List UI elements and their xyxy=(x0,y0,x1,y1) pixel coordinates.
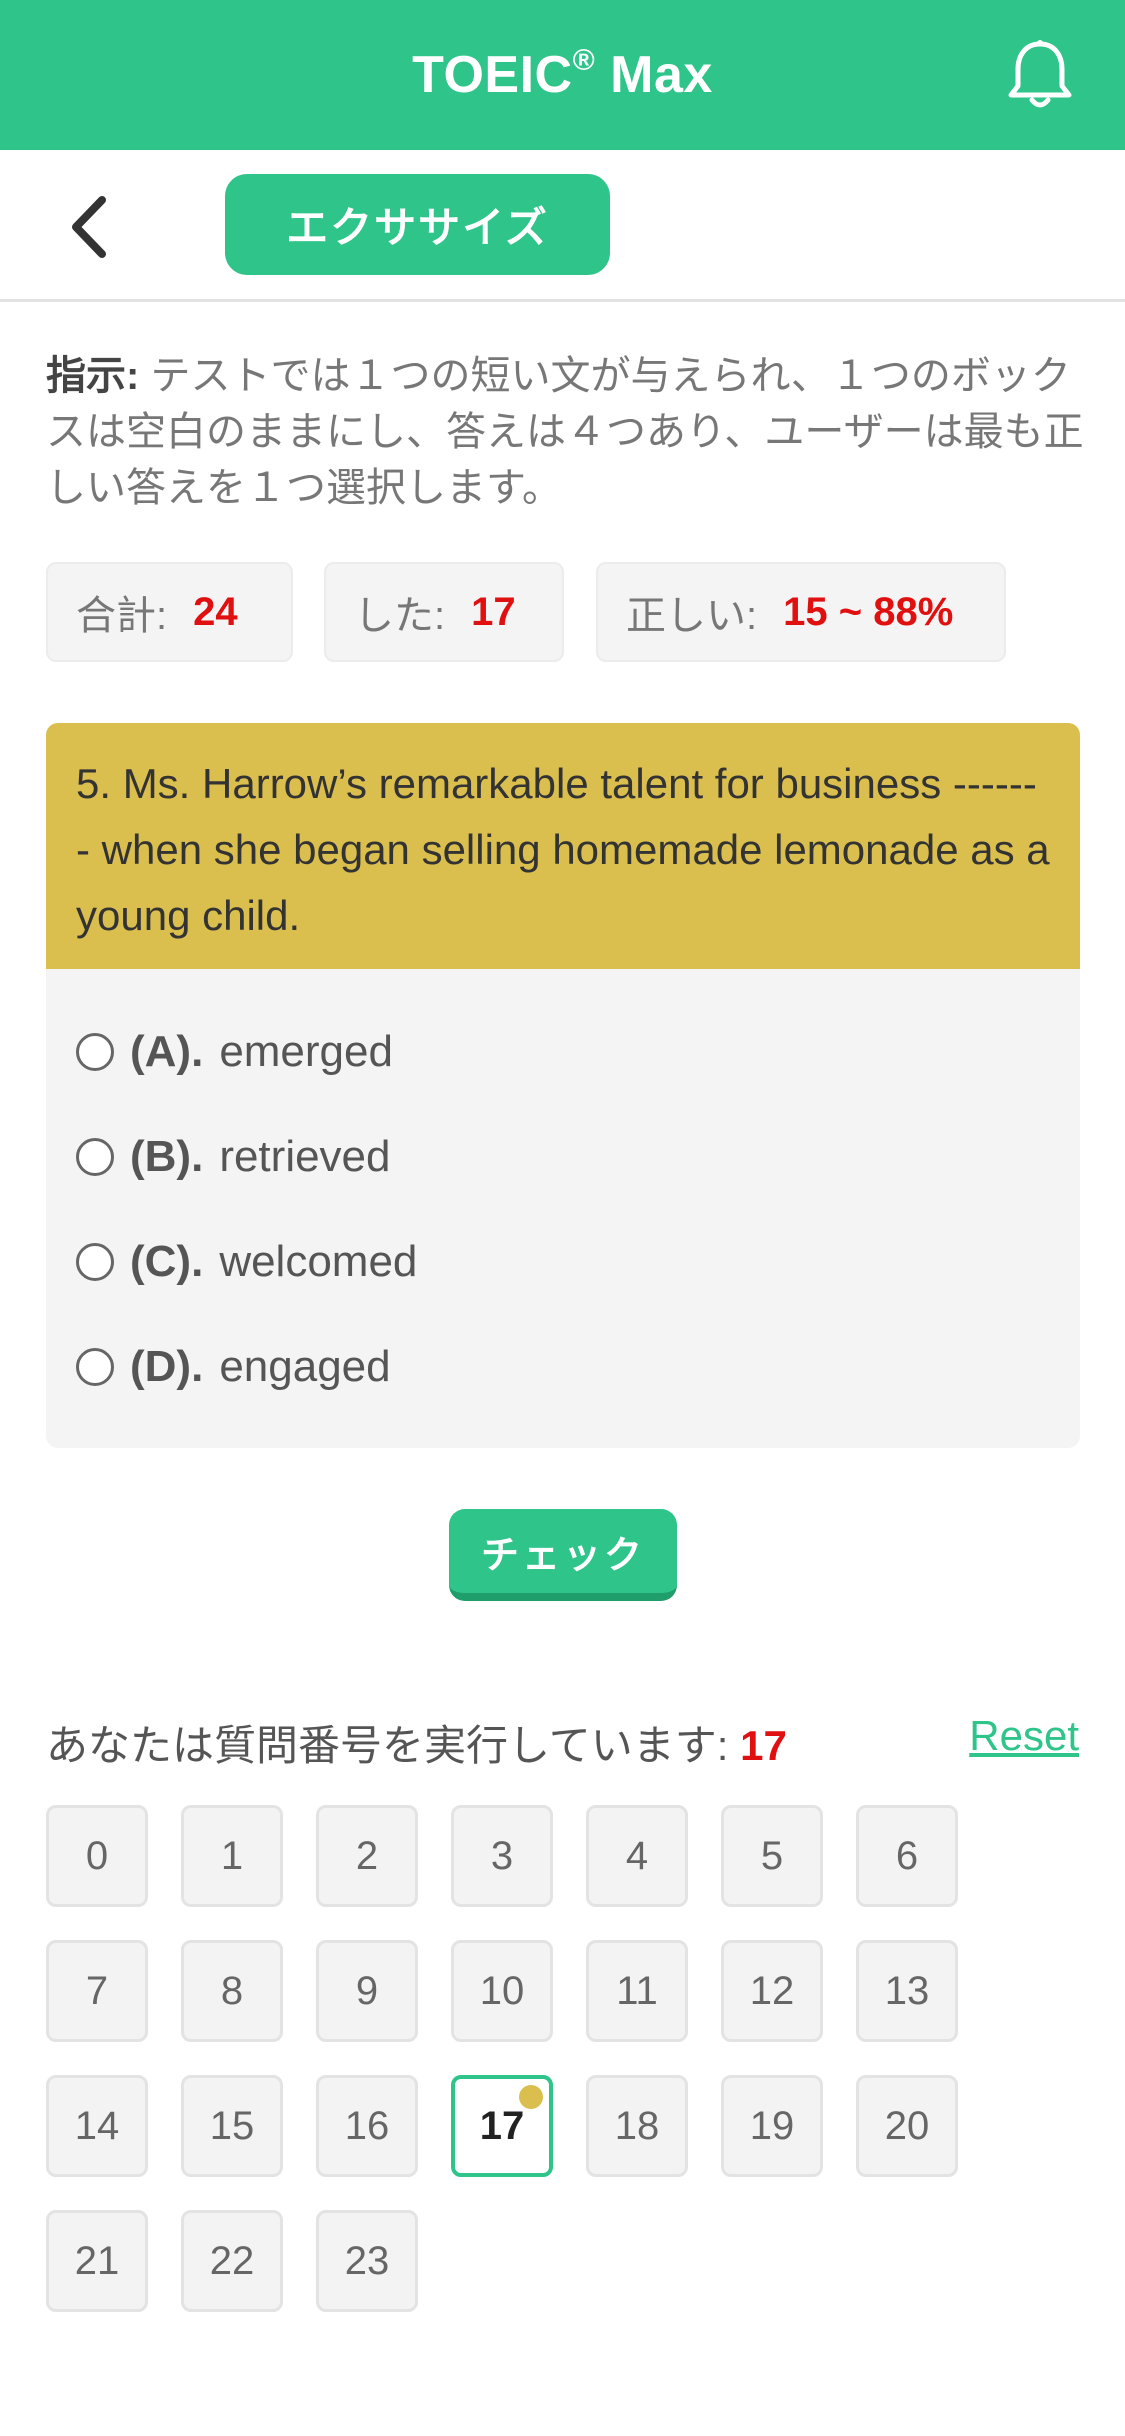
question-number-button[interactable]: 12 xyxy=(721,1940,823,2042)
reset-link[interactable]: Reset xyxy=(969,1712,1079,1760)
question-number-button[interactable]: 11 xyxy=(586,1940,688,2042)
question-number-button[interactable]: 5 xyxy=(721,1805,823,1907)
question-number-button[interactable]: 13 xyxy=(856,1940,958,2042)
stat-correct: 正しい: 15 ~ 88% xyxy=(596,562,1006,662)
question-number-button[interactable]: 20 xyxy=(856,2075,958,2177)
question-number-button[interactable]: 7 xyxy=(46,1940,148,2042)
radio-button[interactable] xyxy=(76,1243,114,1281)
question-number-button[interactable]: 17 xyxy=(451,2075,553,2177)
tab-exercise[interactable]: エクササイズ xyxy=(225,174,610,275)
question-number-button[interactable]: 1 xyxy=(181,1805,283,1907)
running-question-label: あなたは質問番号を実行しています: 17 xyxy=(46,1722,787,1769)
question-number-grid: 0 1 2 3 4 5 6 7 8 9 10 11 12 13 14 15 16 17 18 19 20 21 22 23 xyxy=(46,1805,1046,2325)
question-number-button[interactable]: 21 xyxy=(46,2210,148,2312)
instructions-label: 指示: xyxy=(46,354,140,398)
option-b[interactable]: (B). retrieved xyxy=(76,1127,391,1187)
current-indicator-dot xyxy=(519,2085,543,2109)
question-number-button[interactable]: 0 xyxy=(46,1805,148,1907)
check-button[interactable]: チェック xyxy=(449,1509,677,1601)
question-card: 5. Ms. Harrow’s remarkable talent for bu… xyxy=(46,723,1080,1448)
sub-navigation: エクササイズ xyxy=(0,150,1125,302)
app-title: TOEIC® Max xyxy=(412,43,713,104)
question-number-button[interactable]: 10 xyxy=(451,1940,553,2042)
question-number-button[interactable]: 6 xyxy=(856,1805,958,1907)
question-number-button[interactable]: 8 xyxy=(181,1940,283,2042)
stat-done: した: 17 xyxy=(324,562,564,662)
app-header: TOEIC® Max xyxy=(0,0,1125,150)
stat-total: 合計: 24 xyxy=(46,562,293,662)
question-number-button[interactable]: 19 xyxy=(721,2075,823,2177)
instructions: 指示: テストでは１つの短い文が与えられ、１つのボックスは空白のままにし、答えは… xyxy=(46,348,1086,516)
option-d[interactable]: (D). engaged xyxy=(76,1337,391,1397)
question-number-button[interactable]: 9 xyxy=(316,1940,418,2042)
radio-button[interactable] xyxy=(76,1033,114,1071)
radio-button[interactable] xyxy=(76,1348,114,1386)
radio-button[interactable] xyxy=(76,1138,114,1176)
question-number-button[interactable]: 23 xyxy=(316,2210,418,2312)
question-number-button[interactable]: 2 xyxy=(316,1805,418,1907)
question-number-button[interactable]: 14 xyxy=(46,2075,148,2177)
bell-icon[interactable] xyxy=(1005,38,1075,112)
option-c[interactable]: (C). welcomed xyxy=(76,1232,417,1292)
instructions-text: テストでは１つの短い文が与えられ、１つのボックスは空白のままにし、答えは４つあり… xyxy=(46,354,1084,510)
question-number-button[interactable]: 15 xyxy=(181,2075,283,2177)
option-a[interactable]: (A). emerged xyxy=(76,1022,393,1082)
back-arrow-icon[interactable] xyxy=(62,192,118,262)
question-number-button[interactable]: 3 xyxy=(451,1805,553,1907)
current-question-number: 17 xyxy=(740,1722,787,1769)
question-number-button[interactable]: 16 xyxy=(316,2075,418,2177)
question-number-button[interactable]: 22 xyxy=(181,2210,283,2312)
question-number-button[interactable]: 4 xyxy=(586,1805,688,1907)
question-text: 5. Ms. Harrow’s remarkable talent for bu… xyxy=(46,723,1080,969)
question-number-button[interactable]: 18 xyxy=(586,2075,688,2177)
